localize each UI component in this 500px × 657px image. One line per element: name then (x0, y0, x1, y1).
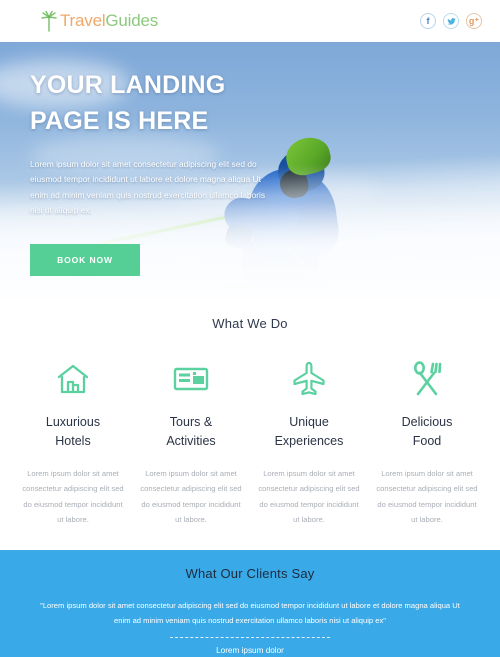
house-icon (22, 357, 124, 401)
hero-content: YOUR LANDING PAGE IS HERE Lorem ipsum do… (30, 68, 270, 277)
service-name-line-1: Delicious (401, 415, 453, 429)
service-name-line-1: Tours & (169, 415, 213, 429)
hero-title-line-1: YOUR LANDING (30, 71, 226, 99)
service-description: Lorem ipsum dolor sit amet consectetur a… (258, 468, 360, 525)
service-description: Lorem ipsum dolor sit amet consectetur a… (22, 468, 124, 525)
service-name-line-2: Hotels (55, 434, 91, 449)
testimonial-divider (170, 637, 330, 639)
service-item-tours[interactable]: Tours & Activities Lorem ipsum dolor sit… (132, 357, 250, 528)
facebook-icon[interactable]: f (420, 13, 436, 29)
testimonial-title: What Our Clients Say (185, 566, 315, 581)
testimonial-section: What Our Clients Say "Lorem ipsum dolor … (0, 550, 500, 657)
services-section: What We Do Luxurious Hotels Lorem ipsum … (0, 298, 500, 550)
service-item-experiences[interactable]: Unique Experiences Lorem ipsum dolor sit… (250, 357, 368, 528)
brand-text: TravelGuides (60, 11, 158, 31)
services-title: What We Do (212, 316, 288, 331)
service-name: Unique Experiences (258, 413, 360, 452)
testimonial-author: Lorem ipsum dolor (216, 646, 284, 656)
testimonial-quote: "Lorem ipsum dolor sit amet consectetur … (40, 601, 460, 626)
site-header: TravelGuides f g⁺ (0, 0, 500, 42)
hero-title-line-2: PAGE IS HERE (30, 106, 209, 135)
social-links: f g⁺ (420, 13, 482, 29)
ticket-icon (140, 357, 242, 401)
service-item-hotels[interactable]: Luxurious Hotels Lorem ipsum dolor sit a… (14, 357, 132, 528)
service-item-food[interactable]: Delicious Food Lorem ipsum dolor sit ame… (368, 357, 486, 528)
twitter-icon[interactable] (443, 13, 459, 29)
airplane-icon (258, 357, 360, 401)
palm-tree-icon (40, 10, 58, 32)
service-name-line-1: Unique (289, 415, 329, 429)
brand-logo[interactable]: TravelGuides (40, 10, 158, 32)
service-description: Lorem ipsum dolor sit amet consectetur a… (376, 468, 478, 525)
service-name: Delicious Food (376, 413, 478, 452)
brand-text-travel: Travel (60, 11, 106, 30)
service-name: Luxurious Hotels (22, 413, 124, 452)
service-name-line-2: Activities (166, 434, 216, 449)
service-name-line-2: Food (412, 434, 442, 449)
hero-paragraph: Lorem ipsum dolor sit amet consectetur a… (30, 159, 266, 215)
hero-title: YOUR LANDING PAGE IS HERE (30, 68, 270, 139)
services-grid: Luxurious Hotels Lorem ipsum dolor sit a… (0, 357, 500, 528)
hero-banner: YOUR LANDING PAGE IS HERE Lorem ipsum do… (0, 42, 500, 298)
service-name-line-2: Experiences (274, 434, 344, 449)
fork-spoon-icon (376, 357, 478, 401)
service-description: Lorem ipsum dolor sit amet consectetur a… (140, 468, 242, 525)
brand-text-guides: Guides (105, 11, 159, 30)
book-now-button[interactable]: BOOK NOW (30, 244, 140, 277)
service-name: Tours & Activities (140, 413, 242, 452)
service-name-line-1: Luxurious (45, 415, 101, 429)
googleplus-icon[interactable]: g⁺ (466, 13, 482, 29)
